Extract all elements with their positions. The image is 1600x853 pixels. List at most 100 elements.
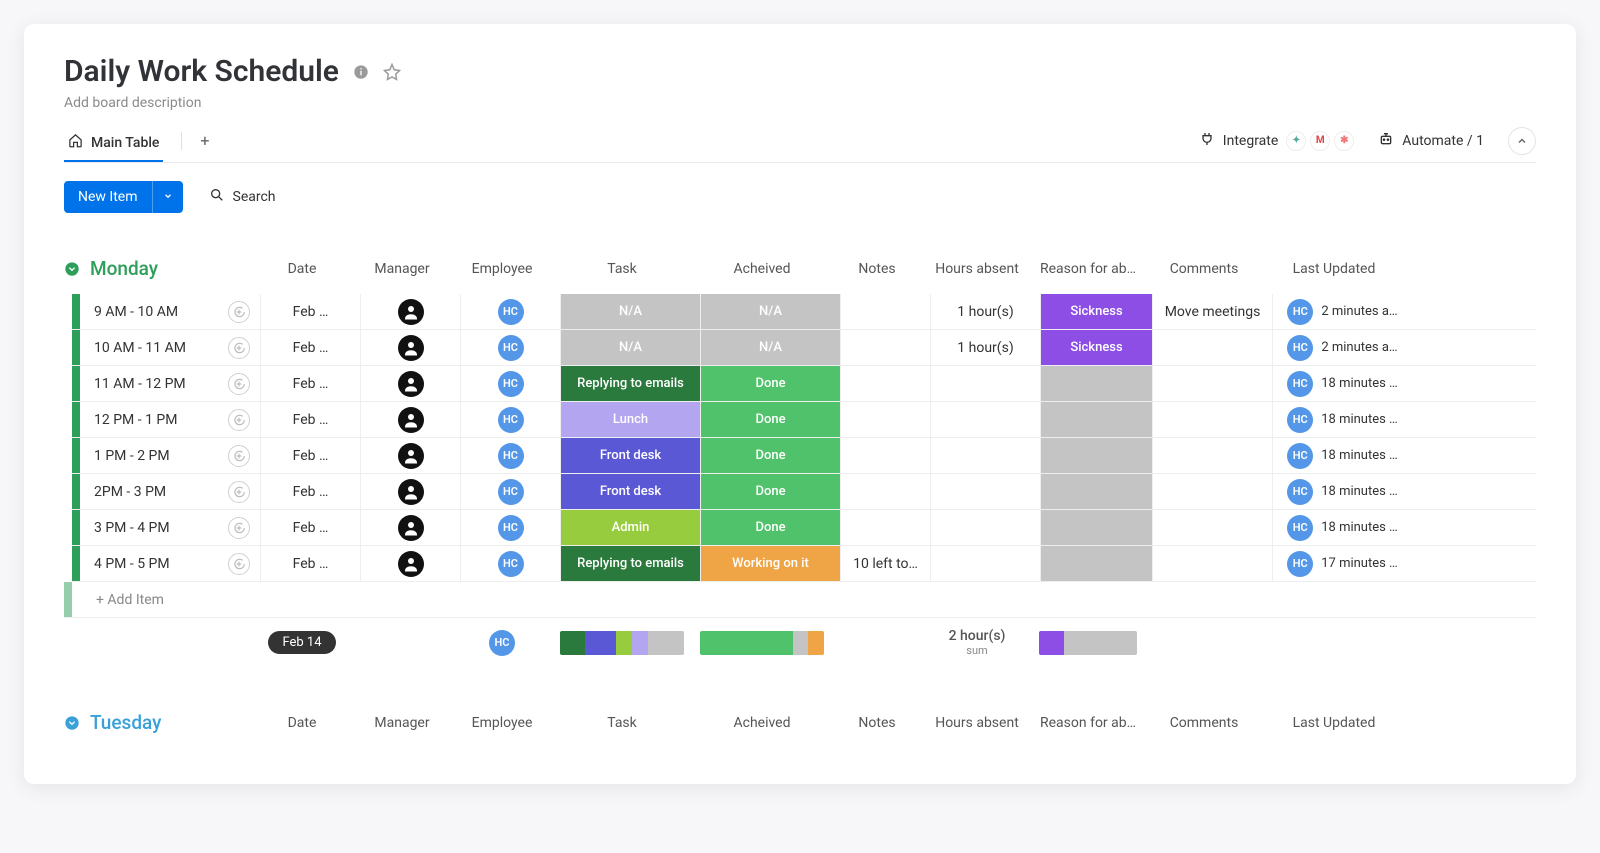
cell-employee[interactable]: HC — [460, 366, 560, 401]
cell-hours[interactable] — [930, 366, 1040, 401]
cell-date[interactable]: Feb … — [260, 330, 360, 365]
add-item-row[interactable]: + Add Item — [64, 582, 1536, 618]
cell-comments[interactable] — [1152, 402, 1272, 437]
cell-notes[interactable]: 10 left to… — [840, 546, 930, 581]
cell-comments[interactable] — [1152, 330, 1272, 365]
new-item-dropdown[interactable] — [152, 181, 183, 213]
cell-updated[interactable]: HC 18 minutes … — [1272, 438, 1412, 473]
cell-reason[interactable] — [1040, 438, 1152, 473]
cell-hours[interactable]: 1 hour(s) — [930, 294, 1040, 329]
cell-reason[interactable]: Sickness — [1040, 294, 1152, 329]
table-row[interactable]: 2PM - 3 PM Feb … HC Front desk Done HC 1… — [72, 474, 1536, 510]
cell-task[interactable]: Front desk — [560, 474, 700, 509]
cell-date[interactable]: Feb … — [260, 510, 360, 545]
cell-item-name[interactable]: 10 AM - 11 AM — [80, 330, 260, 365]
cell-updated[interactable]: HC 2 minutes a… — [1272, 294, 1412, 329]
cell-notes[interactable] — [840, 294, 930, 329]
cell-manager[interactable] — [360, 474, 460, 509]
cell-date[interactable]: Feb … — [260, 438, 360, 473]
cell-notes[interactable] — [840, 474, 930, 509]
cell-achieved[interactable]: Working on it — [700, 546, 840, 581]
group-title[interactable]: Tuesday — [90, 711, 161, 734]
col-header-reason[interactable]: Reason for ab… — [1032, 261, 1144, 277]
cell-updated[interactable]: HC 18 minutes … — [1272, 366, 1412, 401]
cell-hours[interactable] — [930, 438, 1040, 473]
cell-achieved[interactable]: N/A — [700, 330, 840, 365]
cell-date[interactable]: Feb … — [260, 474, 360, 509]
cell-hours[interactable] — [930, 510, 1040, 545]
table-row[interactable]: 12 PM - 1 PM Feb … HC Lunch Done HC 18 m… — [72, 402, 1536, 438]
col-header-date[interactable]: Date — [252, 261, 352, 277]
open-item-icon[interactable] — [228, 553, 250, 575]
cell-updated[interactable]: HC 18 minutes … — [1272, 474, 1412, 509]
automate-button[interactable]: Automate / 1 — [1378, 131, 1484, 151]
cell-item-name[interactable]: 4 PM - 5 PM — [80, 546, 260, 581]
add-view-button[interactable]: + — [200, 131, 209, 156]
table-row[interactable]: 11 AM - 12 PM Feb … HC Replying to email… — [72, 366, 1536, 402]
cell-task[interactable]: Replying to emails — [560, 366, 700, 401]
cell-employee[interactable]: HC — [460, 330, 560, 365]
cell-achieved[interactable]: Done — [700, 474, 840, 509]
col-header-reason[interactable]: Reason for ab… — [1032, 715, 1144, 731]
cell-manager[interactable] — [360, 402, 460, 437]
cell-date[interactable]: Feb … — [260, 402, 360, 437]
cell-item-name[interactable]: 11 AM - 12 PM — [80, 366, 260, 401]
cell-manager[interactable] — [360, 510, 460, 545]
cell-reason[interactable] — [1040, 402, 1152, 437]
open-item-icon[interactable] — [228, 409, 250, 431]
cell-hours[interactable] — [930, 546, 1040, 581]
cell-updated[interactable]: HC 17 minutes … — [1272, 546, 1412, 581]
cell-notes[interactable] — [840, 330, 930, 365]
collapse-header-button[interactable] — [1508, 127, 1536, 155]
table-row[interactable]: 4 PM - 5 PM Feb … HC Replying to emails … — [72, 546, 1536, 582]
open-item-icon[interactable] — [228, 373, 250, 395]
cell-hours[interactable]: 1 hour(s) — [930, 330, 1040, 365]
table-row[interactable]: 3 PM - 4 PM Feb … HC Admin Done HC 18 mi… — [72, 510, 1536, 546]
cell-reason[interactable] — [1040, 366, 1152, 401]
cell-task[interactable]: N/A — [560, 294, 700, 329]
group-collapse-toggle[interactable] — [64, 261, 80, 277]
cell-notes[interactable] — [840, 402, 930, 437]
cell-task[interactable]: Admin — [560, 510, 700, 545]
cell-manager[interactable] — [360, 438, 460, 473]
cell-reason[interactable] — [1040, 474, 1152, 509]
cell-manager[interactable] — [360, 294, 460, 329]
cell-hours[interactable] — [930, 474, 1040, 509]
col-header-task[interactable]: Task — [552, 715, 692, 731]
cell-reason[interactable] — [1040, 510, 1152, 545]
new-item-button[interactable]: New Item — [64, 181, 183, 213]
cell-notes[interactable] — [840, 366, 930, 401]
cell-comments[interactable] — [1152, 438, 1272, 473]
summary-date-pill[interactable]: Feb 14 — [268, 631, 335, 654]
cell-item-name[interactable]: 2PM - 3 PM — [80, 474, 260, 509]
cell-item-name[interactable]: 12 PM - 1 PM — [80, 402, 260, 437]
cell-employee[interactable]: HC — [460, 294, 560, 329]
cell-item-name[interactable]: 3 PM - 4 PM — [80, 510, 260, 545]
cell-task[interactable]: Lunch — [560, 402, 700, 437]
open-item-icon[interactable] — [228, 301, 250, 323]
cell-updated[interactable]: HC 2 minutes a… — [1272, 330, 1412, 365]
cell-manager[interactable] — [360, 366, 460, 401]
group-title[interactable]: Monday — [90, 257, 158, 280]
cell-item-name[interactable]: 1 PM - 2 PM — [80, 438, 260, 473]
col-header-achieved[interactable]: Acheived — [692, 261, 832, 277]
cell-achieved[interactable]: Done — [700, 366, 840, 401]
col-header-comments[interactable]: Comments — [1144, 715, 1264, 731]
col-header-comments[interactable]: Comments — [1144, 261, 1264, 277]
col-header-updated[interactable]: Last Updated — [1264, 715, 1404, 731]
col-header-date[interactable]: Date — [252, 715, 352, 731]
cell-achieved[interactable]: Done — [700, 510, 840, 545]
summary-reason-bar[interactable] — [1039, 631, 1137, 655]
table-row[interactable]: 9 AM - 10 AM Feb … HC N/A N/A 1 hour(s) … — [72, 294, 1536, 330]
integrate-button[interactable]: Integrate ✦ M ✱ — [1199, 131, 1355, 151]
cell-notes[interactable] — [840, 510, 930, 545]
summary-achieved-bar[interactable] — [700, 631, 824, 655]
cell-hours[interactable] — [930, 402, 1040, 437]
cell-achieved[interactable]: Done — [700, 438, 840, 473]
cell-date[interactable]: Feb … — [260, 546, 360, 581]
col-header-manager[interactable]: Manager — [352, 261, 452, 277]
cell-item-name[interactable]: 9 AM - 10 AM — [80, 294, 260, 329]
star-icon[interactable] — [383, 63, 401, 81]
cell-employee[interactable]: HC — [460, 546, 560, 581]
open-item-icon[interactable] — [228, 445, 250, 467]
